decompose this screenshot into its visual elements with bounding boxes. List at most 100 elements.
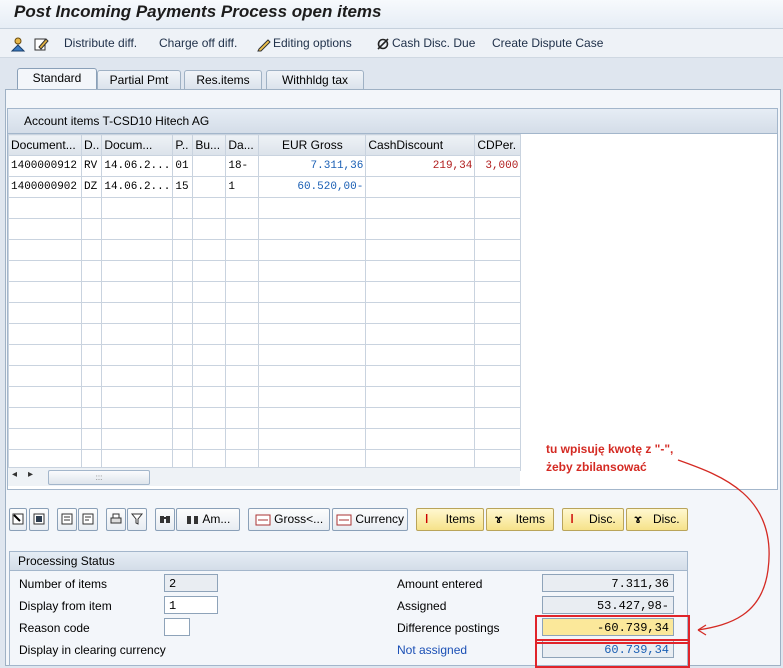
tab-res-items[interactable]: Res.items [184,70,262,89]
select-all-icon[interactable] [9,508,27,531]
charge-off-diff-button[interactable]: Charge off diff. [159,34,237,52]
table-header-row: Document... D.. Docum... P.. Bu... Da...… [8,134,522,156]
difference-postings-label: Difference postings [397,621,500,635]
column-header[interactable]: Docum... [101,134,174,156]
cash-disc-due-button[interactable]: Cash Disc. Due [392,34,475,52]
items-activate-label: Items [445,512,476,526]
table-cell[interactable]: 1 [225,176,260,198]
table-row[interactable]: 1400000912 RV 14.06.2... 01 18- 7.311,36… [8,155,522,177]
empty-table-cell [101,281,174,303]
amount-button[interactable]: Am... [176,508,240,531]
empty-table-cell [80,281,103,303]
empty-table-cell [101,197,174,219]
find-icon[interactable] [155,508,175,531]
empty-table-cell [80,218,103,240]
disc-activate-button[interactable]: ǀ Disc. [562,508,624,531]
items-activate-button[interactable]: ǀ Items [416,508,484,531]
column-header[interactable]: Document... [8,134,82,156]
table-cell[interactable]: 18- [225,155,260,177]
empty-table-cell [258,218,367,240]
reason-code-field[interactable] [164,618,190,636]
empty-table-cell [225,344,260,366]
table-cell[interactable]: 1400000912 [8,155,82,177]
title-bar: Post Incoming Payments Process open item… [0,0,783,29]
table-row[interactable]: 1400000902 DZ 14.06.2... 15 1 60.520,00- [8,176,522,198]
table-cell[interactable]: DZ [80,176,103,198]
column-header[interactable]: Da... [225,134,260,156]
empty-table-cell [365,323,476,345]
print-icon[interactable] [106,508,126,531]
empty-table-row [8,365,522,387]
empty-table-cell [474,344,522,366]
table-cell[interactable]: 01 [172,155,194,177]
scroll-right-icon[interactable]: ▸ [28,469,33,480]
empty-table-cell [101,239,174,261]
activate-items-icon[interactable] [57,508,77,531]
empty-table-row [8,260,522,282]
number-of-items-field: 2 [164,574,218,592]
currency-button[interactable]: Currency [332,508,408,531]
display-from-item-field[interactable]: 1 [164,596,218,614]
create-dispute-case-button[interactable]: Create Dispute Case [492,34,603,52]
table-cell[interactable]: 7.311,36 [258,155,367,177]
empty-table-cell [225,386,260,408]
empty-table-cell [474,407,522,429]
column-header[interactable]: CDPer. [474,134,522,156]
empty-table-cell [8,260,82,282]
table-cell[interactable]: 14.06.2... [101,176,174,198]
items-deactivate-button[interactable]: ɤ Items [486,508,554,531]
empty-table-row [8,407,522,429]
gross-button[interactable]: Gross<... [248,508,330,531]
table-cell[interactable] [365,176,476,198]
empty-table-row [8,281,522,303]
empty-table-cell [80,302,103,324]
distribute-diff-button[interactable]: Distribute diff. [64,34,137,52]
table-cell[interactable]: 15 [172,176,194,198]
empty-table-cell [258,386,367,408]
empty-table-cell [80,239,103,261]
display-clearing-currency-label[interactable]: Display in clearing currency [19,643,166,657]
empty-table-cell [172,386,194,408]
empty-table-cell [80,365,103,387]
tab-partial-pmt[interactable]: Partial Pmt [97,70,181,89]
empty-table-cell [365,218,476,240]
empty-table-cell [80,344,103,366]
table-cell[interactable]: RV [80,155,103,177]
empty-table-cell [101,302,174,324]
empty-table-cell [192,365,227,387]
table-cell[interactable] [192,155,227,177]
column-header[interactable]: EUR Gross [258,134,367,156]
empty-table-cell [192,197,227,219]
column-header[interactable]: D.. [80,134,103,156]
table-cell[interactable]: 219,34 [365,155,476,177]
horizontal-scrollbar[interactable]: ◂ ▸ ::: [8,467,520,486]
account-items-panel: Account items T-CSD10 Hitech AG Document… [7,108,778,490]
person-icon[interactable] [10,34,26,52]
deselect-icon[interactable] [29,508,49,531]
table-cell[interactable] [192,176,227,198]
table-cell[interactable]: 1400000902 [8,176,82,198]
empty-table-cell [365,386,476,408]
deactivate-items-icon[interactable] [78,508,98,531]
tab-standard[interactable]: Standard [17,68,97,90]
table-cell[interactable]: 60.520,00- [258,176,367,198]
scroll-left-icon[interactable]: ◂ [12,469,17,480]
empty-table-cell [258,365,367,387]
column-header[interactable]: P.. [172,134,194,156]
tab-withhldg-tax[interactable]: Withhldg tax [266,70,364,89]
empty-table-cell [8,197,82,219]
empty-table-cell [225,197,260,219]
scroll-thumb[interactable]: ::: [48,470,150,485]
table-cell[interactable]: 14.06.2... [101,155,174,177]
column-header[interactable]: Bu... [192,134,227,156]
annotation-line-1: tu wpisuję kwotę z "-", [546,442,674,456]
column-header[interactable]: CashDiscount [365,134,476,156]
table-cell[interactable] [474,176,522,198]
empty-table-cell [172,323,194,345]
table-cell[interactable]: 3,000 [474,155,522,177]
editing-options-button[interactable]: Editing options [273,34,352,52]
empty-table-cell [172,197,194,219]
empty-table-cell [172,281,194,303]
edit-icon[interactable] [33,34,49,52]
filter-icon[interactable] [127,508,147,531]
